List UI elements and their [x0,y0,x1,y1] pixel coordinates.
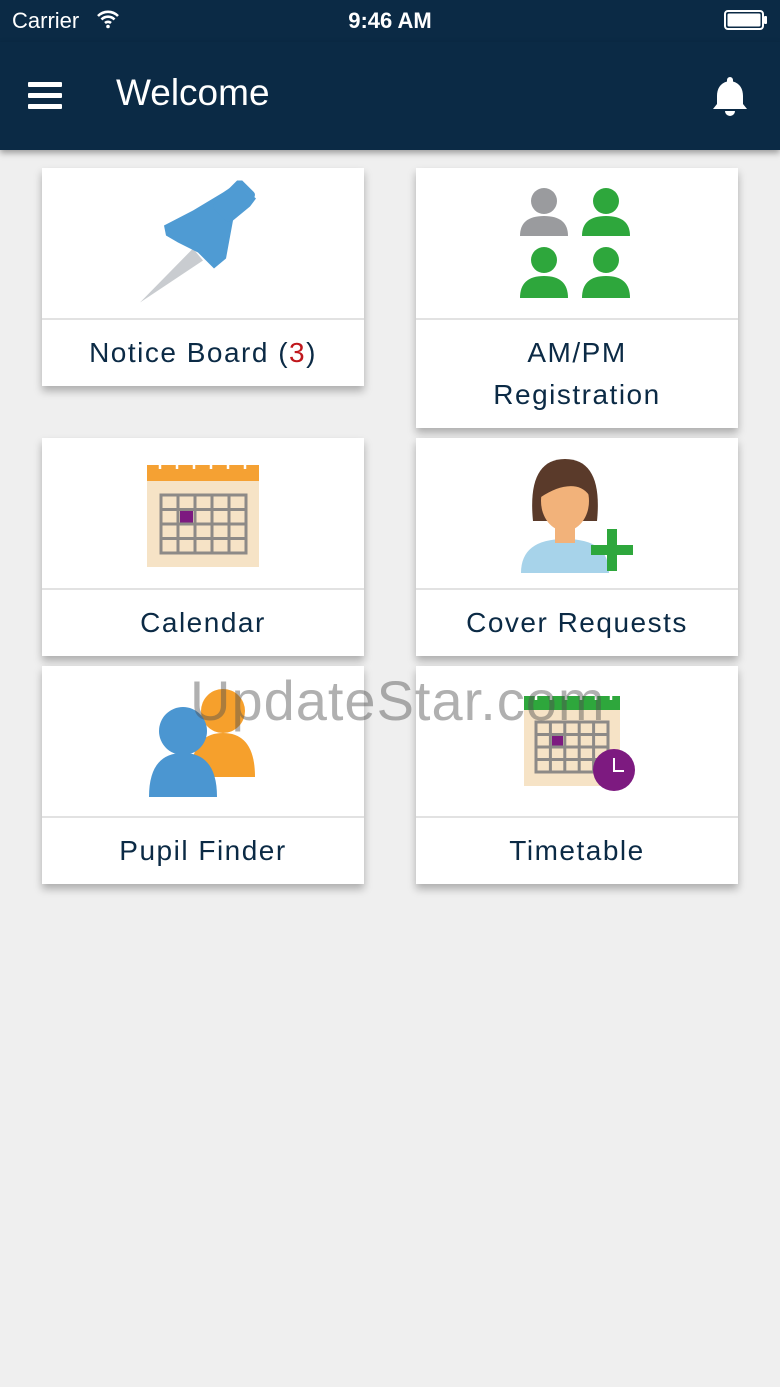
tile-art [416,438,738,590]
person-add-icon [521,459,633,573]
page-title: Welcome [116,72,270,113]
registration-label-line2: Registration [493,379,661,410]
tile-label: Cover Requests [466,607,688,638]
calendar-icon [147,459,259,567]
clock-time: 9:46 AM [348,8,432,33]
battery-icon [724,10,767,30]
tile-notice-board[interactable]: Notice Board (3) [42,168,364,386]
tile-cover-requests[interactable]: Cover Requests [416,438,738,656]
hamburger-menu-icon[interactable] [28,82,62,110]
tile-calendar[interactable]: Calendar [42,438,364,656]
notification-bell-icon[interactable] [710,74,750,118]
tile-label: Notice Board (3) [42,320,364,386]
app-bar: Welcome [0,42,780,150]
notice-board-label-suffix: ) [306,337,317,368]
notice-board-label: Notice Board ( [89,337,290,368]
people-group-icon [520,188,630,298]
tile-label: Timetable [509,835,645,866]
tile-label: Pupil Finder [119,835,287,866]
watermark-text: UpdateStar.com [190,669,606,732]
registration-label-line1: AM/PM [527,337,627,368]
tile-art [42,438,364,590]
tile-label: Calendar [140,607,266,638]
tile-label: AM/PM Registration [416,320,738,428]
tile-art [416,168,738,320]
tile-art [42,168,364,320]
status-bar: Carrier 9:46 AM [0,0,780,42]
tile-ampm-registration[interactable]: AM/PM Registration [416,168,738,428]
notice-count-badge: 3 [289,337,307,368]
pushpin-icon [140,180,256,303]
